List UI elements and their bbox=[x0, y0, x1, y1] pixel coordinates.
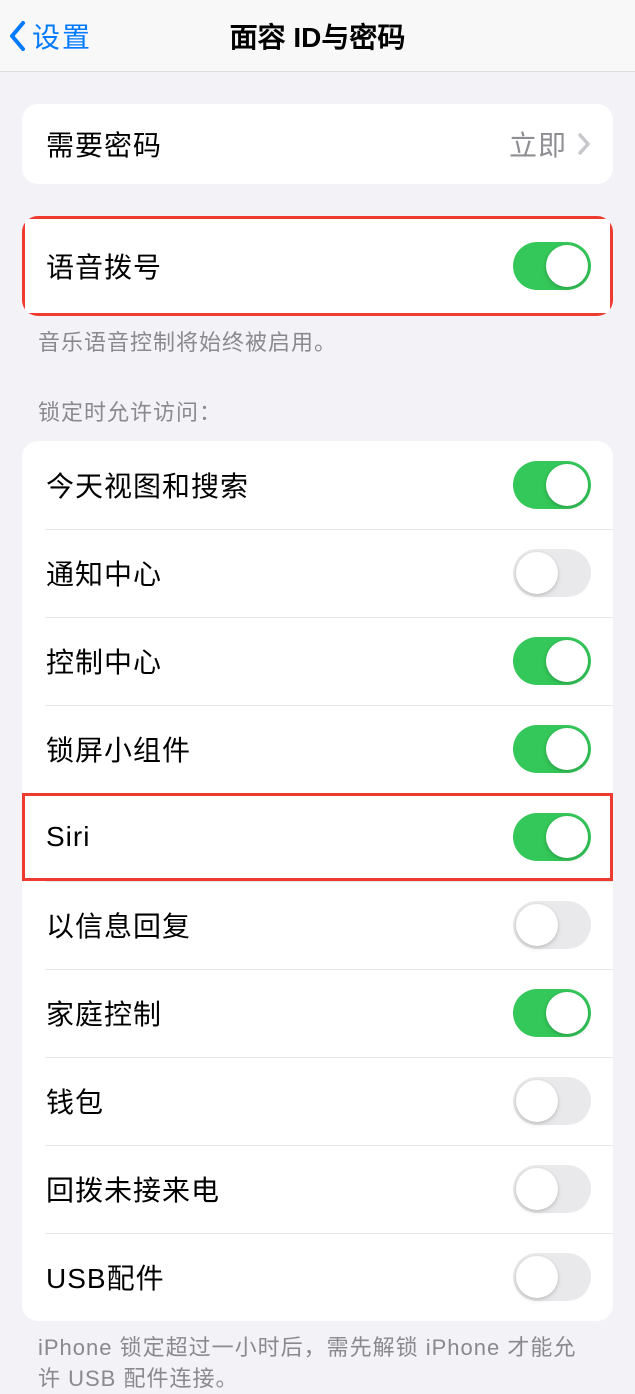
page-title: 面容 ID与密码 bbox=[0, 16, 635, 56]
navigation-header: 设置 面容 ID与密码 bbox=[0, 0, 635, 72]
lock-access-toggle[interactable] bbox=[513, 461, 591, 509]
back-button[interactable]: 设置 bbox=[0, 16, 92, 56]
voice-dial-label: 语音拨号 bbox=[46, 246, 162, 286]
lock-access-toggle[interactable] bbox=[513, 989, 591, 1037]
lock-access-toggle[interactable] bbox=[513, 637, 591, 685]
require-passcode-label: 需要密码 bbox=[46, 124, 162, 164]
lock-access-row: 控制中心 bbox=[22, 617, 613, 705]
lock-access-row: 锁屏小组件 bbox=[22, 705, 613, 793]
lock-access-label: 通知中心 bbox=[46, 553, 162, 593]
lock-access-toggle[interactable] bbox=[513, 1165, 591, 1213]
lock-access-toggle[interactable] bbox=[513, 549, 591, 597]
lock-access-group: 今天视图和搜索通知中心控制中心锁屏小组件 Siri 以信息回复家庭控制钱包回拨未接来… bbox=[22, 441, 613, 1321]
lock-access-label: 今天视图和搜索 bbox=[46, 465, 249, 505]
lock-access-label: 锁屏小组件 bbox=[46, 729, 191, 769]
lock-access-label: 控制中心 bbox=[46, 641, 162, 681]
lock-access-label: USB配件 bbox=[46, 1257, 165, 1297]
chevron-left-icon bbox=[8, 20, 28, 52]
lock-access-toggle[interactable] bbox=[513, 813, 591, 861]
voice-dial-footer: 音乐语音控制将始终被启用。 bbox=[0, 316, 635, 359]
require-passcode-group: 需要密码 立即 bbox=[22, 104, 613, 184]
lock-access-label: 钱包 bbox=[46, 1081, 104, 1121]
lock-access-toggle[interactable] bbox=[513, 901, 591, 949]
lock-access-row: 通知中心 bbox=[22, 529, 613, 617]
lock-access-row: 家庭控制 bbox=[22, 969, 613, 1057]
require-passcode-row[interactable]: 需要密码 立即 bbox=[22, 104, 613, 184]
lock-access-row: 钱包 bbox=[22, 1057, 613, 1145]
chevron-right-icon bbox=[577, 132, 591, 156]
lock-access-row: Siri bbox=[22, 793, 613, 881]
lock-access-footer: iPhone 锁定超过一小时后，需先解锁 iPhone 才能允许 USB 配件连… bbox=[0, 1321, 635, 1394]
lock-access-row: 以信息回复 bbox=[22, 881, 613, 969]
voice-dial-toggle[interactable] bbox=[513, 242, 591, 290]
require-passcode-value: 立即 bbox=[509, 124, 567, 164]
lock-access-row: 回拨未接来电 bbox=[22, 1145, 613, 1233]
lock-access-label: 回拨未接来电 bbox=[46, 1169, 220, 1209]
lock-access-toggle[interactable] bbox=[513, 1077, 591, 1125]
lock-access-header: 锁定时允许访问： bbox=[0, 395, 635, 441]
lock-access-toggle[interactable] bbox=[513, 725, 591, 773]
lock-access-row: 今天视图和搜索 bbox=[22, 441, 613, 529]
lock-access-label: 以信息回复 bbox=[46, 905, 191, 945]
lock-access-label: 家庭控制 bbox=[46, 993, 162, 1033]
lock-access-toggle[interactable] bbox=[513, 1253, 591, 1301]
lock-access-row: USB配件 bbox=[22, 1233, 613, 1321]
voice-dial-group: 语音拨号 bbox=[22, 216, 613, 316]
lock-access-label: Siri bbox=[46, 821, 90, 853]
voice-dial-row: 语音拨号 bbox=[22, 216, 613, 316]
back-label: 设置 bbox=[32, 16, 92, 56]
